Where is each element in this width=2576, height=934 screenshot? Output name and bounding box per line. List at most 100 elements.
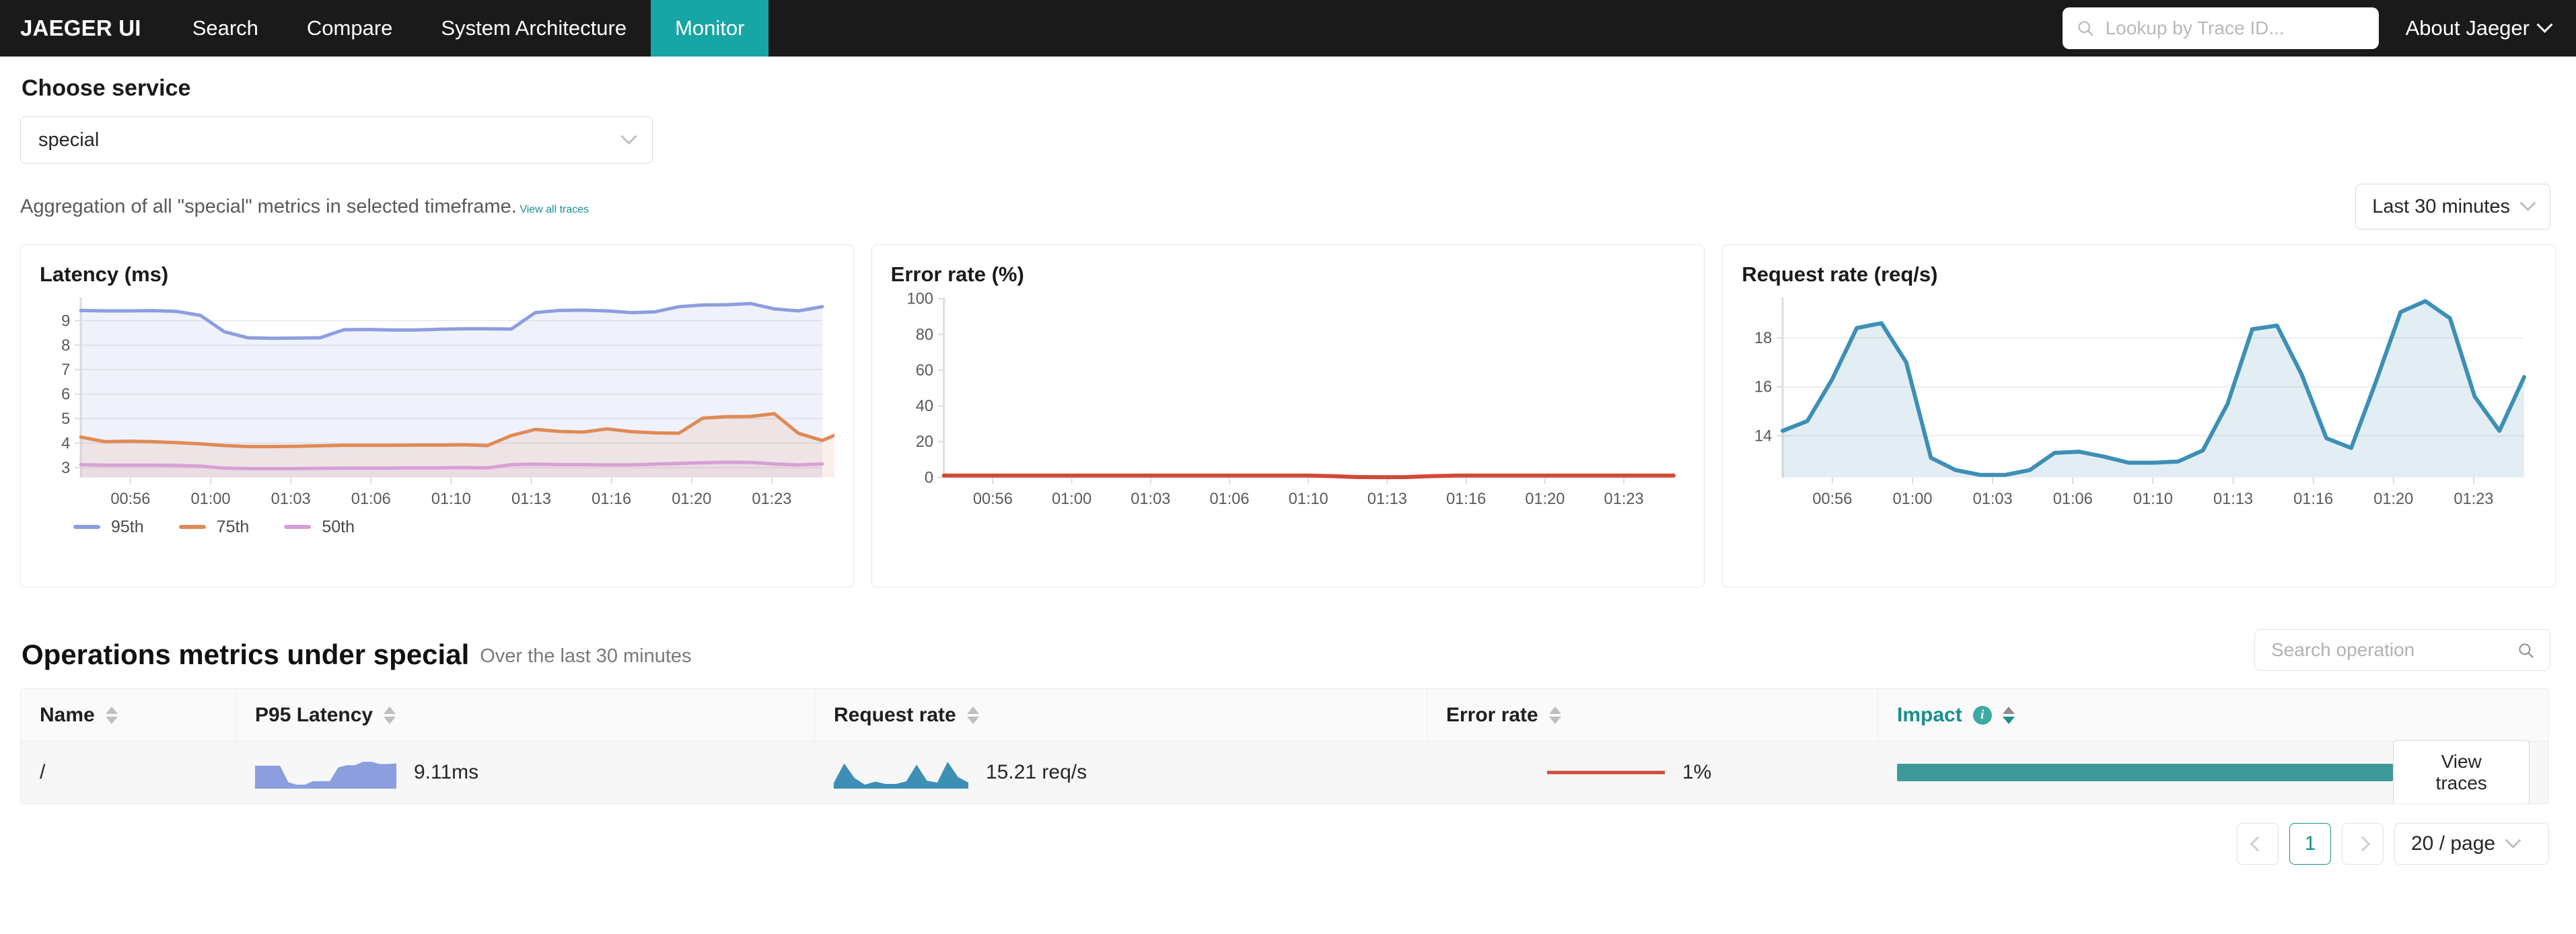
p95-latency-value: 9.11ms [414, 761, 479, 783]
request-rate-chart-area[interactable]: 14 16 18 00:56 01:00 01:03 01:06 01:10 01:13 01:1… [1742, 291, 2536, 516]
table-row[interactable]: / 9.11ms 15.21 req/s 1% View traces [21, 740, 2548, 803]
info-icon[interactable]: i [1972, 705, 1992, 725]
cell-name: / [21, 742, 236, 803]
chevron-down-icon [2536, 16, 2553, 33]
request-rate-sparkline [834, 762, 968, 789]
svg-text:01:00: 01:00 [1893, 491, 1933, 508]
error-rate-sparkline [1547, 770, 1665, 775]
pagination-next-button[interactable] [2342, 823, 2384, 865]
nav-item-system-architecture[interactable]: System Architecture [417, 0, 651, 57]
page-size-select[interactable]: 20 / page [2394, 823, 2549, 865]
search-icon [2519, 643, 2534, 658]
trace-id-search[interactable] [2062, 7, 2379, 49]
column-label-error-rate: Error rate [1446, 703, 1538, 726]
svg-text:01:10: 01:10 [1288, 491, 1328, 508]
error-rate-chart-svg: 0 20 40 60 80 100 00:56 01:00 01:03 01:06 01:10 01:… [906, 291, 1686, 508]
chevron-down-icon [2519, 194, 2536, 211]
sort-toggle-request-rate[interactable] [966, 706, 979, 724]
pagination: 1 20 / page [20, 823, 2556, 865]
metrics-charts-row: Latency (ms) 3 4 5 6 7 8 9 00:56 01:00 01:03 01:06… [20, 244, 2556, 587]
svg-text:01:03: 01:03 [1973, 491, 2013, 508]
svg-text:7: 7 [61, 361, 70, 379]
service-select[interactable]: special [20, 116, 653, 164]
legend-swatch-95th [73, 525, 100, 530]
nav-item-monitor[interactable]: Monitor [651, 0, 769, 57]
sort-toggle-error-rate[interactable] [1548, 706, 1561, 724]
service-select-value: special [38, 129, 100, 151]
operations-title: Operations metrics under special [22, 639, 470, 670]
svg-text:0: 0 [925, 469, 933, 487]
svg-text:100: 100 [906, 291, 933, 308]
svg-text:00:56: 00:56 [110, 491, 150, 508]
svg-text:01:13: 01:13 [1367, 491, 1407, 508]
error-rate-chart-area[interactable]: 0 20 40 60 80 100 00:56 01:00 01:03 01:06 01:10 01:… [891, 291, 1686, 516]
svg-text:01:06: 01:06 [1209, 491, 1249, 508]
svg-text:01:23: 01:23 [2454, 491, 2494, 508]
trace-id-search-input[interactable] [2104, 17, 2365, 40]
timeframe-select[interactable]: Last 30 minutes [2355, 184, 2550, 229]
operations-table: Name P95 Latency Request rate Error rate… [20, 688, 2549, 804]
legend-item-95th[interactable]: 95th [73, 517, 144, 537]
view-traces-button[interactable]: View traces [2393, 740, 2530, 803]
latency-chart-area[interactable]: 3 4 5 6 7 8 9 00:56 01:00 01:03 01:06 01:10 01:13 01:… [40, 291, 834, 516]
svg-text:9: 9 [61, 312, 70, 330]
svg-text:01:00: 01:00 [190, 491, 230, 508]
svg-text:01:03: 01:03 [1131, 491, 1170, 508]
sort-toggle-impact[interactable] [2002, 706, 2015, 724]
column-header-error-rate[interactable]: Error rate [1427, 689, 1878, 741]
svg-text:01:16: 01:16 [2293, 491, 2333, 508]
svg-text:80: 80 [915, 326, 933, 344]
about-jaeger-label: About Jaeger [2405, 16, 2530, 40]
sort-toggle-p95-latency[interactable] [384, 706, 396, 724]
svg-text:01:06: 01:06 [351, 491, 391, 508]
svg-text:5: 5 [61, 410, 70, 428]
svg-text:16: 16 [1754, 379, 1772, 396]
svg-text:01:13: 01:13 [511, 491, 551, 508]
svg-text:3: 3 [61, 460, 70, 477]
column-label-request-rate: Request rate [834, 703, 956, 726]
latency-chart-legend: 95th 75th 50th [40, 517, 834, 537]
aggregation-row: Aggregation of all "special" metrics in … [20, 184, 2556, 229]
operation-name: / [40, 761, 46, 783]
page-size-value: 20 / page [2411, 832, 2496, 855]
svg-text:40: 40 [915, 398, 933, 415]
nav-item-compare[interactable]: Compare [283, 0, 417, 57]
column-label-impact: Impact [1897, 703, 1962, 726]
svg-text:01:20: 01:20 [2374, 491, 2414, 508]
chevron-down-icon [2505, 832, 2521, 849]
choose-service-heading: Choose service [22, 75, 191, 101]
view-all-traces-link[interactable]: View all traces [520, 204, 589, 215]
operation-search[interactable] [2254, 629, 2550, 671]
svg-text:01:16: 01:16 [1446, 491, 1486, 508]
brand-jaeger-ui[interactable]: JAEGER UI [0, 0, 168, 57]
legend-item-75th[interactable]: 75th [178, 517, 249, 537]
timeframe-select-value: Last 30 minutes [2372, 195, 2510, 217]
pagination-prev-button[interactable] [2237, 823, 2279, 865]
sort-toggle-name[interactable] [105, 706, 118, 724]
column-header-request-rate[interactable]: Request rate [815, 689, 1427, 741]
column-header-p95-latency[interactable]: P95 Latency [236, 689, 815, 741]
column-header-impact[interactable]: Impact i [1878, 689, 2548, 741]
error-rate-chart-title: Error rate (%) [890, 262, 1024, 286]
column-label-name: Name [40, 703, 95, 726]
nav-item-search[interactable]: Search [168, 0, 283, 57]
legend-item-50th[interactable]: 50th [284, 517, 355, 537]
operation-search-input[interactable] [2270, 639, 2517, 661]
error-rate-value: 1% [1682, 761, 1712, 783]
svg-text:01:10: 01:10 [2133, 491, 2173, 508]
column-header-name[interactable]: Name [21, 689, 236, 741]
aggregation-text-wrap: Aggregation of all "special" metrics in … [20, 196, 589, 218]
operations-table-header: Name P95 Latency Request rate Error rate… [21, 689, 2548, 742]
svg-text:60: 60 [915, 362, 933, 380]
legend-label-95th: 95th [111, 517, 144, 536]
request-rate-chart-card: Request rate (req/s) 14 16 18 00:56 01:00 01:… [1722, 244, 2556, 587]
svg-text:14: 14 [1754, 427, 1772, 445]
pagination-page-1[interactable]: 1 [2289, 823, 2331, 865]
cell-request-rate: 15.21 req/s [815, 742, 1427, 803]
latency-chart-title: Latency (ms) [40, 262, 169, 286]
about-jaeger-menu[interactable]: About Jaeger [2405, 16, 2553, 40]
operations-header: Operations metrics under special Over th… [20, 629, 2556, 671]
svg-text:8: 8 [61, 337, 70, 355]
cell-p95-latency: 9.11ms [236, 742, 815, 803]
svg-text:01:20: 01:20 [1525, 491, 1565, 508]
